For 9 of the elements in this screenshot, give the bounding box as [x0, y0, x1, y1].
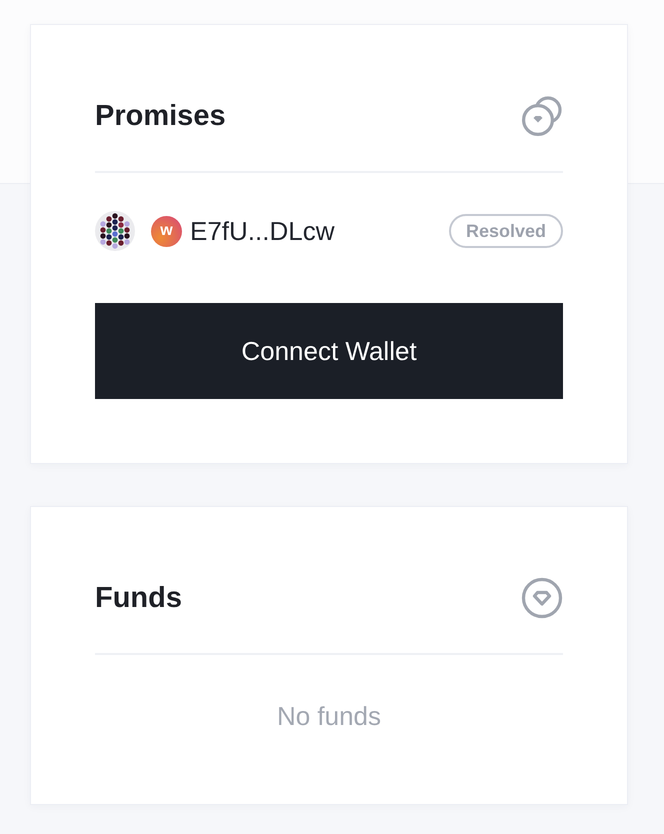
card-title: Funds: [95, 581, 182, 616]
connect-wallet-button[interactable]: Connect Wallet: [95, 303, 563, 399]
token-logo: w: [151, 216, 182, 246]
coins-icon: [521, 95, 563, 137]
wallet-address: E7fU...DLcw: [190, 214, 334, 248]
card-title: Promises: [95, 99, 226, 134]
empty-message: No funds: [276, 700, 382, 733]
status-badge: Resolved: [448, 214, 563, 248]
avatar-icon: [95, 211, 135, 251]
